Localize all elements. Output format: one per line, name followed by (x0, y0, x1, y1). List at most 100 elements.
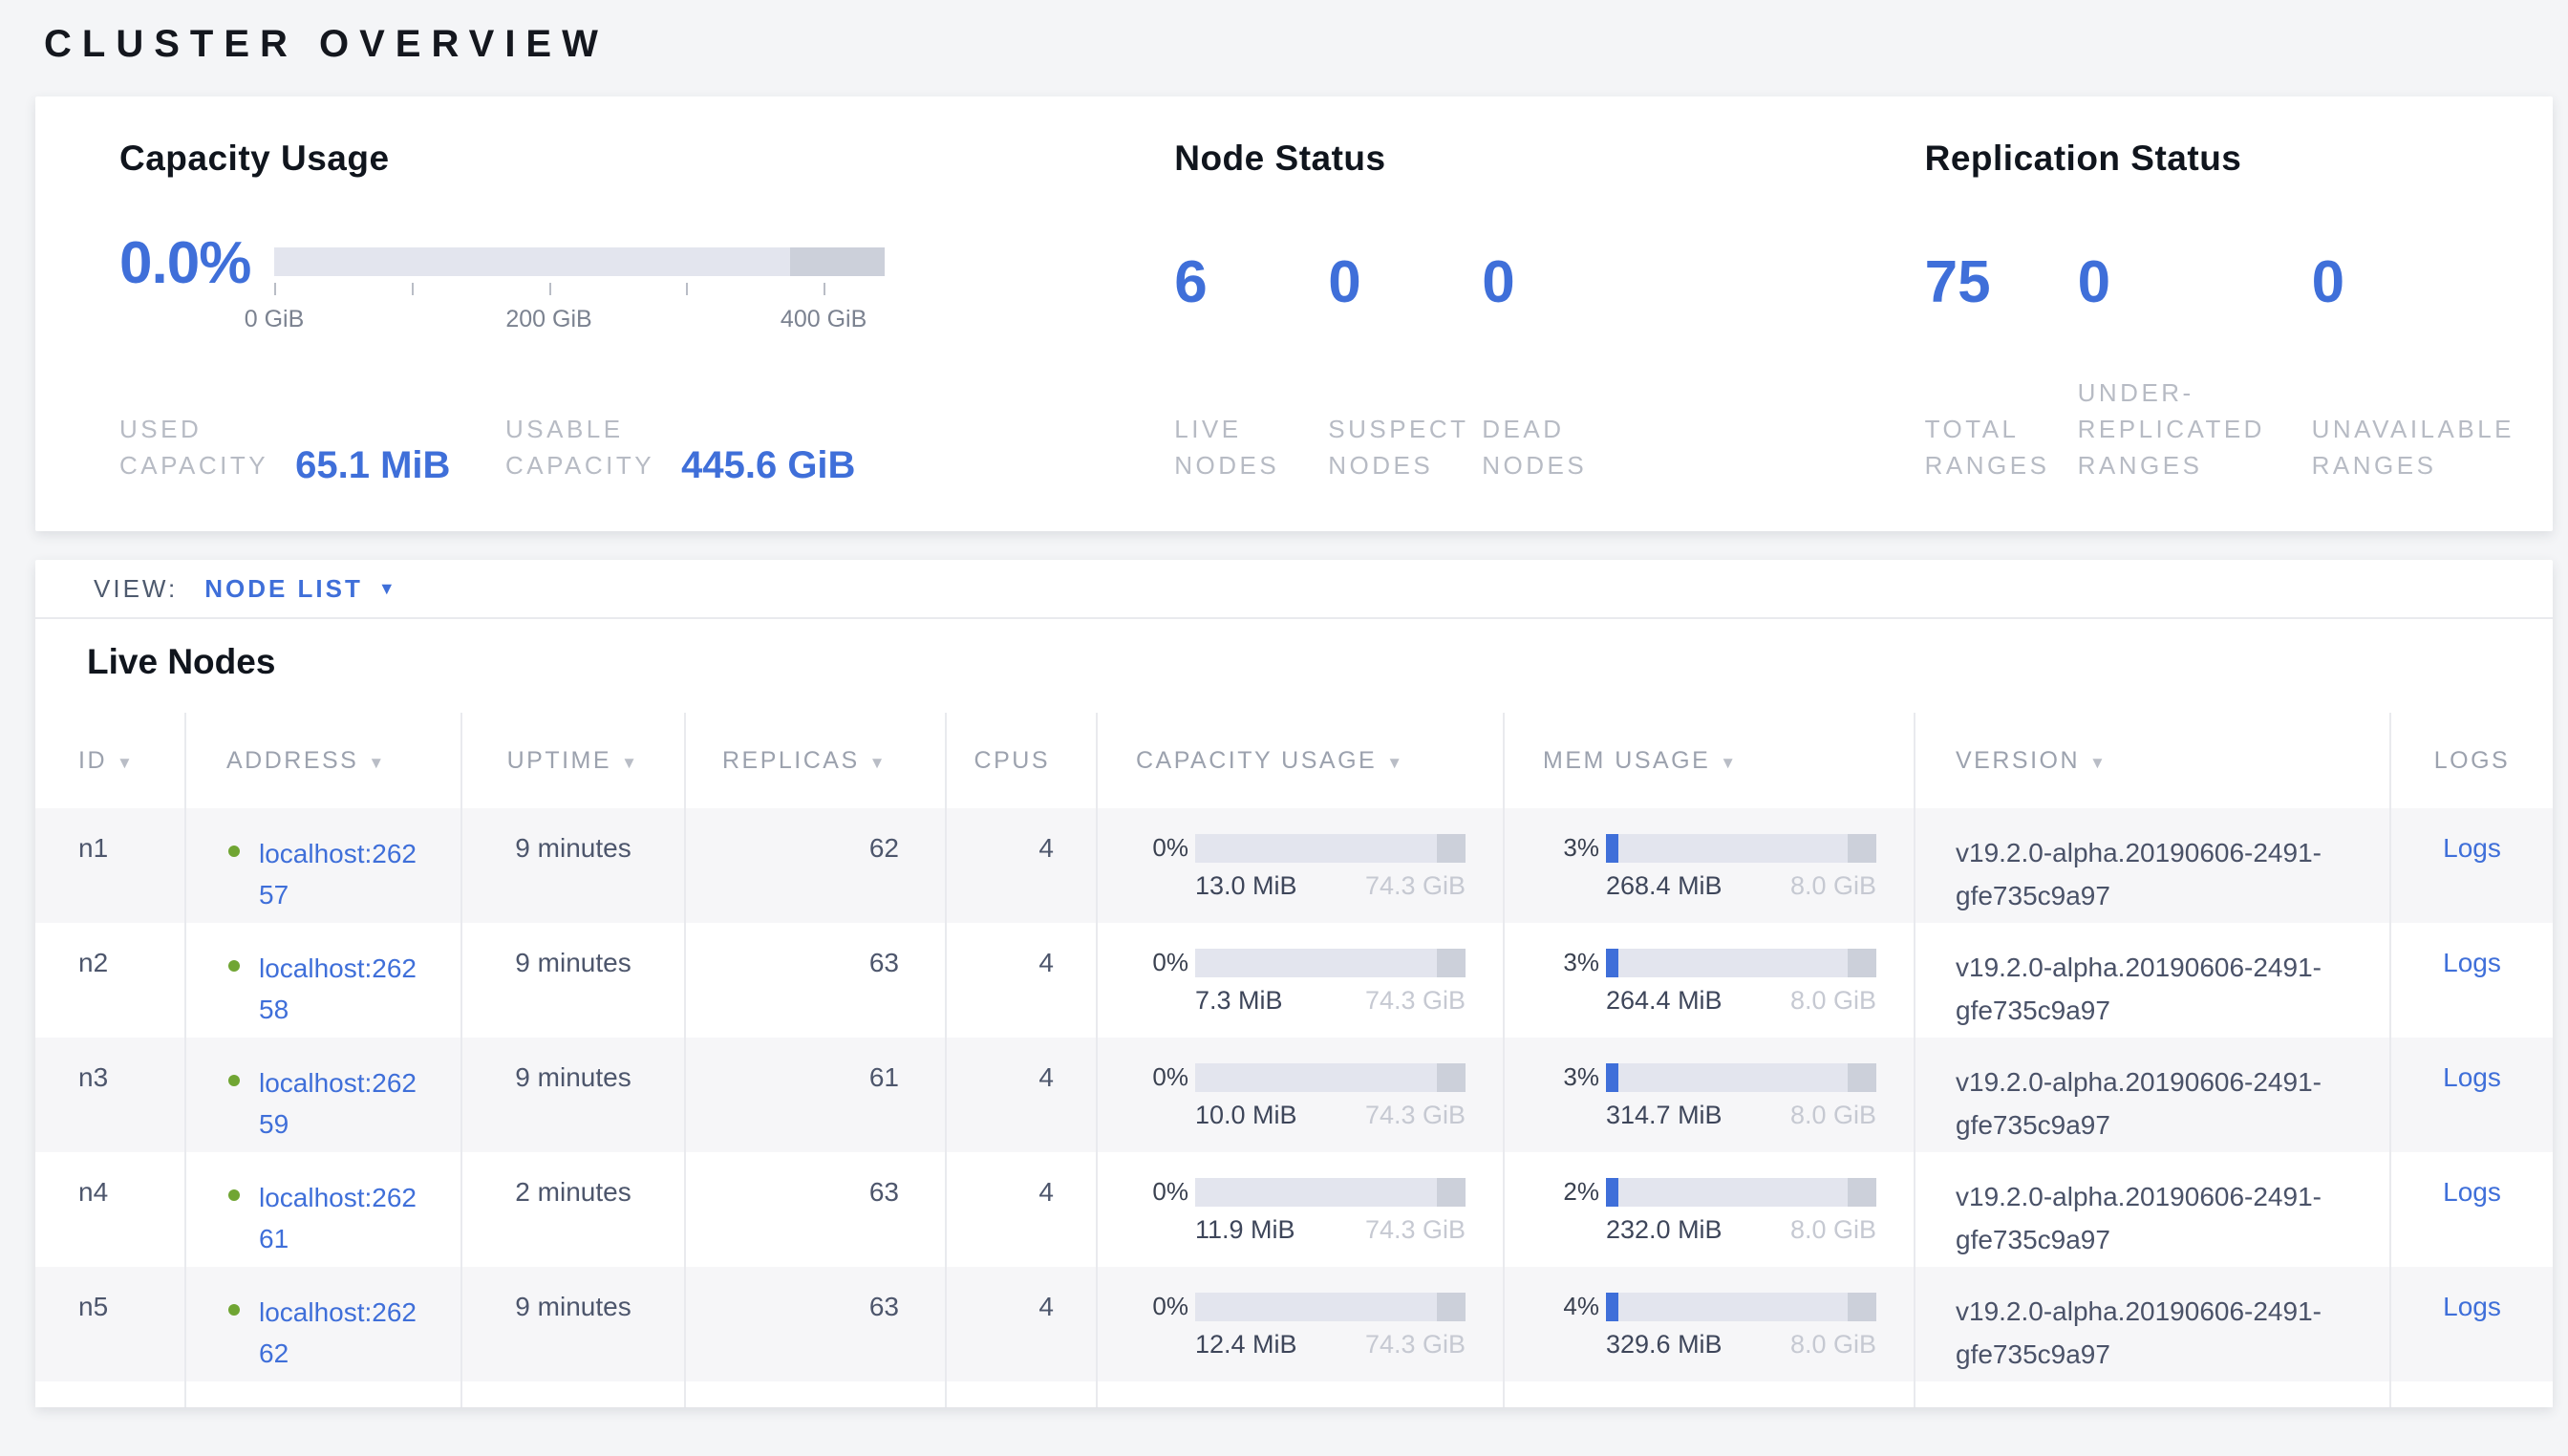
node-id: n3 (35, 1038, 185, 1152)
suspect-nodes-label: SUSPECT NODES (1328, 411, 1482, 483)
sort-caret-icon: ▼ (1386, 754, 1404, 772)
chevron-down-icon[interactable]: ▼ (378, 579, 396, 599)
node-cpus: 4 (946, 1267, 1097, 1381)
logs-link[interactable]: Logs (2443, 1062, 2501, 1092)
node-cpus: 4 (946, 1152, 1097, 1267)
logs-link[interactable]: Logs (2443, 1177, 2501, 1207)
table-row: n5 localhost:26262 9 minutes 63 4 0% 12.… (35, 1267, 2553, 1381)
node-id: n5 (35, 1267, 185, 1381)
sort-caret-icon: ▼ (869, 754, 888, 772)
logs-link[interactable]: Logs (2443, 948, 2501, 977)
usable-capacity-stat: USABLE CAPACITY 445.6 GiB (505, 411, 855, 483)
node-mem-usage: 3% 268.4 MiB8.0 GiB (1504, 808, 1915, 923)
node-address: localhost:26261 (228, 1177, 453, 1259)
live-status-dot-icon (228, 960, 240, 972)
node-address: localhost:26259 (228, 1062, 453, 1145)
mem-usage-bar (1606, 834, 1876, 863)
node-capacity-usage: 0% 10.0 MiB74.3 GiB (1097, 1038, 1504, 1152)
column-header-version[interactable]: VERSION▼ (1915, 713, 2390, 808)
capacity-usage-bar (1195, 1293, 1466, 1321)
suspect-nodes-count: 0 (1328, 251, 1482, 314)
capacity-axis: 0 GiB 200 GiB 400 GiB (274, 283, 885, 338)
node-mem-usage: 2% 232.0 MiB8.0 GiB (1504, 1152, 1915, 1267)
node-version: v19.2.0-alpha.20190606-2491-gfe735c9a97 (1915, 1038, 2390, 1152)
node-cpus: 4 (946, 1038, 1097, 1152)
node-id: n2 (35, 923, 185, 1038)
axis-tick (549, 283, 551, 295)
node-mem-usage: 4% 329.6 MiB8.0 GiB (1504, 1267, 1915, 1381)
unavailable-ranges-count: 0 (2312, 251, 2344, 314)
column-header-uptime[interactable]: UPTIME▼ (461, 713, 685, 808)
mem-usage-bar (1606, 1293, 1876, 1321)
column-header-cpus: CPUS (946, 713, 1097, 808)
node-uptime: 9 minutes (461, 1038, 685, 1152)
column-header-capacity-usage[interactable]: CAPACITY USAGE▼ (1097, 713, 1504, 808)
live-nodes-title: Live Nodes (35, 619, 2553, 713)
column-header-id[interactable]: ID▼ (35, 713, 185, 808)
view-selector[interactable]: NODE LIST (204, 574, 363, 604)
table-row: n3 localhost:26259 9 minutes 61 4 0% 10.… (35, 1038, 2553, 1152)
node-list-card: VIEW: NODE LIST ▼ Live Nodes ID▼ ADDRESS… (35, 560, 2553, 1407)
node-status-title: Node Status (1174, 139, 1924, 179)
node-version: v19.2.0-alpha.20190606-2491-gfe735c9a97 (1915, 1152, 2390, 1267)
live-nodes-count: 6 (1174, 251, 1328, 314)
total-ranges-count: 75 (1925, 251, 2078, 314)
node-version: v19.2.0-alpha.20190606-2491-gfe735c9a97 (1915, 808, 2390, 923)
node-uptime: 9 minutes (461, 808, 685, 923)
unavailable-ranges-label: UNAVAILABLE RANGES (2312, 411, 2514, 483)
node-address-link[interactable]: localhost:26262 (259, 1292, 453, 1374)
axis-tick (274, 283, 276, 295)
usable-capacity-value: 445.6 GiB (681, 447, 855, 483)
column-header-mem-usage[interactable]: MEM USAGE▼ (1504, 713, 1915, 808)
capacity-gauge: 0 GiB 200 GiB 400 GiB (274, 247, 885, 338)
node-mem-usage: 3% 264.4 MiB8.0 GiB (1504, 923, 1915, 1038)
live-status-dot-icon (228, 1189, 240, 1201)
node-address-link[interactable]: localhost:26261 (259, 1177, 453, 1259)
used-capacity-value: 65.1 MiB (295, 447, 450, 483)
node-capacity-usage: 0% 7.3 MiB74.3 GiB (1097, 923, 1504, 1038)
node-uptime: 9 minutes (461, 923, 685, 1038)
capacity-bar-dark-segment (790, 247, 885, 276)
sort-caret-icon: ▼ (621, 754, 639, 772)
node-replicas: 61 (685, 1038, 946, 1152)
mem-usage-bar (1606, 949, 1876, 977)
node-address-link[interactable]: localhost:26257 (259, 833, 453, 915)
node-capacity-usage: 0% 13.0 MiB74.3 GiB (1097, 808, 1504, 923)
node-cpus: 4 (946, 923, 1097, 1038)
axis-tick (686, 283, 688, 295)
usable-capacity-label: USABLE CAPACITY (505, 411, 654, 483)
dead-nodes-label: DEAD NODES (1482, 411, 1587, 483)
node-id: n4 (35, 1152, 185, 1267)
column-header-replicas[interactable]: REPLICAS▼ (685, 713, 946, 808)
table-row: n4 localhost:26261 2 minutes 63 4 0% 11.… (35, 1152, 2553, 1267)
node-version: v19.2.0-alpha.20190606-2491-gfe735c9a97 (1915, 923, 2390, 1038)
node-cpus: 4 (946, 808, 1097, 923)
table-header-row: ID▼ ADDRESS▼ UPTIME▼ REPLICAS▼ CPUS CAPA… (35, 713, 2553, 808)
page-title: CLUSTER OVERVIEW (44, 23, 2568, 66)
capacity-usage-bar (1195, 949, 1466, 977)
sort-caret-icon: ▼ (368, 754, 386, 772)
logs-link[interactable]: Logs (2443, 1292, 2501, 1321)
mem-usage-bar (1606, 1063, 1876, 1092)
table-row: n1 localhost:26257 9 minutes 62 4 0% 13.… (35, 808, 2553, 923)
under-replicated-ranges-count: 0 (2078, 251, 2312, 314)
column-header-address[interactable]: ADDRESS▼ (185, 713, 461, 808)
column-header-logs: LOGS (2390, 713, 2553, 808)
node-address-link[interactable]: localhost:26258 (259, 948, 453, 1030)
capacity-percent: 0.0% (119, 234, 274, 293)
live-status-dot-icon (228, 846, 240, 857)
used-capacity-label: USED CAPACITY (119, 411, 268, 483)
view-label: VIEW: (94, 574, 178, 604)
sort-caret-icon: ▼ (117, 754, 135, 772)
view-bar: VIEW: NODE LIST ▼ (35, 560, 2553, 619)
node-capacity-usage: 0% 12.4 MiB74.3 GiB (1097, 1267, 1504, 1381)
node-capacity-usage: 0% 11.9 MiB74.3 GiB (1097, 1152, 1504, 1267)
capacity-bar (274, 247, 885, 276)
live-nodes-table: ID▼ ADDRESS▼ UPTIME▼ REPLICAS▼ CPUS CAPA… (35, 713, 2553, 1407)
node-address-link[interactable]: localhost:26259 (259, 1062, 453, 1145)
node-uptime: 2 minutes (461, 1152, 685, 1267)
logs-link[interactable]: Logs (2443, 833, 2501, 863)
axis-tick-label: 200 GiB (505, 306, 591, 333)
axis-tick-label: 400 GiB (781, 306, 867, 333)
dead-nodes-count: 0 (1482, 251, 1514, 314)
